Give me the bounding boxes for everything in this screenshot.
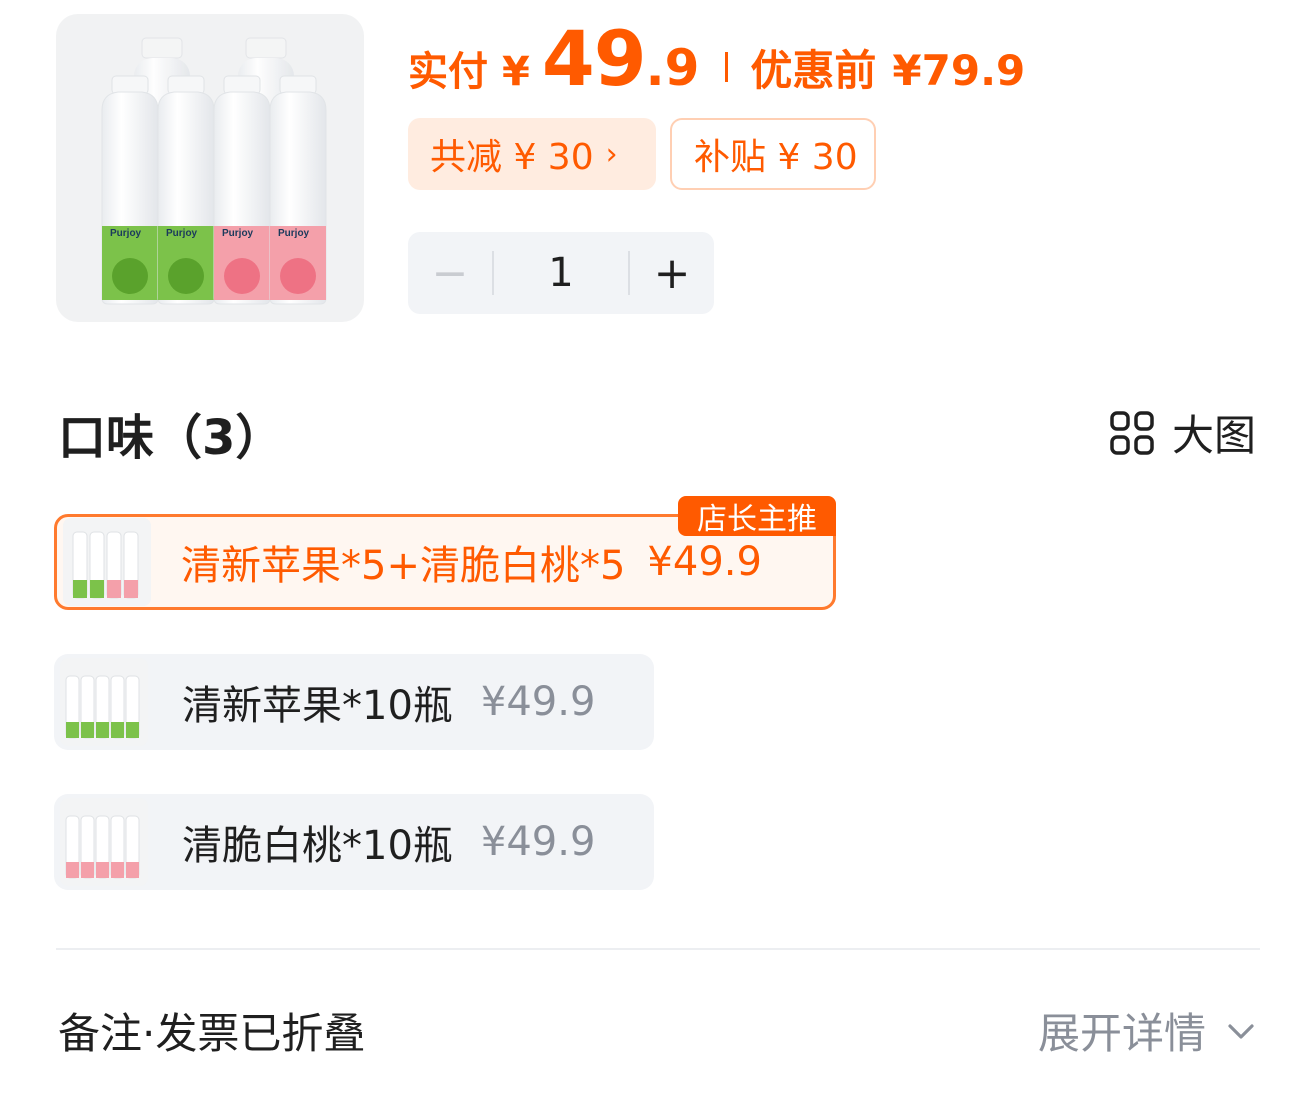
price-separator — [725, 52, 729, 82]
quantity-value[interactable]: 1 — [494, 250, 628, 296]
flavor-option-peach[interactable]: 清脆白桃*10瓶 ¥49.9 — [54, 794, 654, 890]
grid-icon — [1110, 410, 1154, 455]
big-view-label: 大图 — [1171, 411, 1256, 460]
recommended-badge: 店长主推 — [678, 496, 836, 537]
original-price: ¥79.9 — [892, 46, 1026, 95]
option-thumbnail — [63, 518, 151, 606]
product-image[interactable]: Purjoy Purjoy Purjoy Purjoy — [56, 14, 364, 322]
section-divider — [56, 948, 1260, 950]
option-name: 清新苹果*10瓶 — [182, 683, 453, 729]
option-thumbnail — [60, 798, 148, 886]
option-price: ¥49.9 — [647, 539, 762, 585]
svg-text:Purjoy: Purjoy — [278, 228, 310, 239]
option-name: 清脆白桃*10瓶 — [182, 823, 453, 869]
increase-quantity-button[interactable]: + — [630, 232, 714, 314]
chevron-right-icon: › — [605, 136, 618, 172]
decrease-quantity-button[interactable]: − — [408, 232, 492, 314]
apple-bottles-thumbnail — [60, 658, 148, 746]
subsidy-chip: 补贴 ¥ 30 — [670, 118, 876, 190]
expand-details-label: 展开详情 — [1037, 1009, 1206, 1058]
order-sku-panel: Purjoy Purjoy Purjoy Purjoy 实付 ¥ 49 .9 优… — [0, 0, 1316, 1098]
flavor-option-apple[interactable]: 清新苹果*10瓶 ¥49.9 — [54, 654, 654, 750]
mixed-bottles-thumbnail — [63, 518, 151, 606]
bottle-brand-text: Purjoy — [110, 228, 142, 239]
currency-symbol: ¥ — [502, 49, 530, 95]
svg-text:Purjoy: Purjoy — [166, 228, 198, 239]
svg-text:Purjoy: Purjoy — [222, 228, 254, 239]
yogurt-bottles-image: Purjoy Purjoy Purjoy Purjoy — [101, 37, 327, 305]
option-price: ¥49.9 — [480, 679, 596, 725]
price-decimal: .9 — [645, 39, 700, 97]
notes-invoice-collapsed-label: 备注·发票已折叠 — [58, 1009, 366, 1058]
price-integer: 49 — [541, 14, 647, 103]
option-name: 清新苹果*5+清脆白桃*5 — [181, 543, 626, 589]
original-price-label: 优惠前 — [750, 46, 877, 95]
option-price: ¥49.9 — [480, 819, 596, 865]
chevron-down-icon — [1228, 1023, 1254, 1039]
price-line: 实付 ¥ 49 .9 优惠前 ¥79.9 — [408, 14, 1026, 103]
expand-details-button[interactable]: 展开详情 — [1038, 1000, 1258, 1061]
peach-bottles-thumbnail — [60, 798, 148, 886]
subsidy-text: 补贴 ¥ 30 — [694, 137, 858, 178]
option-thumbnail — [60, 658, 148, 746]
paid-label: 实付 — [408, 49, 488, 95]
flavor-section-title: 口味（3） — [58, 410, 284, 466]
total-reduction-text: 共减 ¥ 30 — [430, 137, 594, 178]
total-reduction-chip[interactable]: 共减 ¥ 30 › — [408, 118, 656, 190]
quantity-stepper: − 1 + — [408, 232, 714, 314]
big-view-toggle[interactable]: 大图 — [1108, 402, 1256, 463]
